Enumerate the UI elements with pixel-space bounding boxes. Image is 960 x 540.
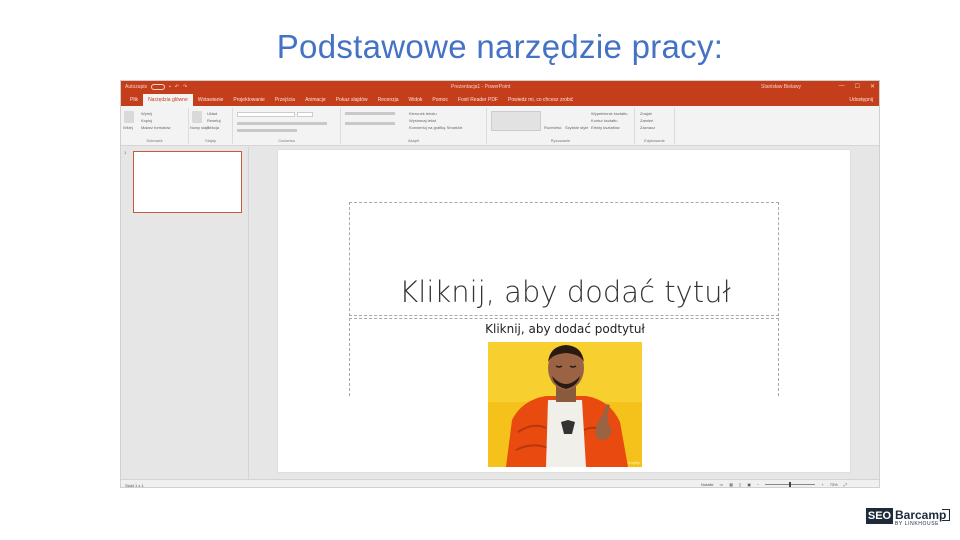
- slide-thumbnail-pane: 1: [121, 147, 249, 479]
- new-slide-icon[interactable]: [192, 111, 202, 123]
- meme-image[interactable]: imgflip: [488, 342, 642, 467]
- person-photo: [488, 342, 642, 467]
- powerpoint-window: Autozapis ▪ ↶ ↷ Prezentacja1 - PowerPoin…: [120, 80, 880, 488]
- group-label: Schowek: [146, 138, 163, 143]
- group-slides: Nowy slajd Układ Resetuj Sekcja Slajdy: [189, 108, 233, 144]
- title-placeholder-text: Kliknij, aby dodać tytuł: [399, 275, 731, 309]
- tab-foxit[interactable]: Foxit Reader PDF: [453, 94, 503, 106]
- reset-button[interactable]: Resetuj: [207, 118, 221, 123]
- slide-info: Slajd 1 z 1: [125, 483, 144, 488]
- undo-icon[interactable]: ↶: [175, 84, 179, 90]
- group-font: Czcionka: [233, 108, 341, 144]
- title-bar: Autozapis ▪ ↶ ↷ Prezentacja1 - PowerPoin…: [121, 81, 879, 94]
- logo-seo: SEO: [866, 508, 893, 524]
- font-size-select[interactable]: [297, 112, 313, 117]
- slide-thumbnail[interactable]: [133, 151, 242, 213]
- paste-icon[interactable]: [124, 111, 134, 123]
- quick-styles-button[interactable]: Szybkie style: [565, 125, 588, 130]
- copy-button[interactable]: Kopiuj: [141, 118, 152, 123]
- subtitle-placeholder-text: Kliknij, aby dodać podtytuł: [485, 322, 645, 336]
- work-area: 1 Kliknij, aby dodać tytuł Kliknij, aby …: [121, 147, 879, 479]
- seo-barcamp-logo: SEO Barcamp BY LINKHOUSE: [866, 508, 952, 528]
- group-clipboard: Wklej Wytnij Kopiuj Malarz formatów Scho…: [121, 108, 189, 144]
- window-controls: — ☐ ✕: [839, 83, 875, 90]
- group-drawing: Rozmieść Szybkie style Wypełnienie kszta…: [487, 108, 635, 144]
- user-name[interactable]: Stanisław Bielawy: [761, 84, 801, 90]
- logo-by-linkhouse: BY LINKHOUSE: [895, 521, 940, 527]
- align-buttons[interactable]: [345, 122, 395, 125]
- replace-button[interactable]: Zamień: [640, 118, 653, 123]
- save-icon[interactable]: ▪: [169, 84, 171, 90]
- find-button[interactable]: Znajdź: [640, 111, 652, 116]
- group-label: Rysowanie: [550, 138, 571, 143]
- ribbon: Wklej Wytnij Kopiuj Malarz formatów Scho…: [121, 106, 879, 146]
- normal-view-icon[interactable]: ▭: [719, 482, 723, 487]
- slide-canvas[interactable]: Kliknij, aby dodać tytuł Kliknij, aby do…: [278, 150, 850, 472]
- group-label: Czcionka: [278, 138, 295, 143]
- group-label: Edytowanie: [644, 138, 665, 143]
- list-buttons[interactable]: [345, 112, 395, 115]
- slideshow-view-icon[interactable]: ▣: [747, 482, 751, 487]
- fit-to-window-icon[interactable]: ⤢: [844, 482, 847, 487]
- zoom-slider-knob[interactable]: [789, 482, 792, 487]
- logo-barcamp: Barcamp: [895, 508, 947, 522]
- autosave-label: Autozapis: [125, 84, 147, 90]
- close-icon[interactable]: ✕: [870, 83, 875, 90]
- tab-transitions[interactable]: Przejścia: [270, 94, 300, 106]
- group-paragraph: Kierunek tekstu Wyrównaj tekst Konwertuj…: [341, 108, 487, 144]
- paste-button[interactable]: Wklej: [123, 125, 133, 130]
- layout-button[interactable]: Układ: [207, 111, 217, 116]
- quick-access-toolbar: Autozapis ▪ ↶ ↷: [125, 84, 187, 90]
- title-placeholder[interactable]: Kliknij, aby dodać tytuł: [349, 202, 779, 316]
- image-watermark: imgflip: [628, 460, 640, 465]
- shapes-gallery[interactable]: [491, 111, 541, 131]
- group-label: Akapit: [407, 138, 420, 143]
- sorter-view-icon[interactable]: ▦: [729, 482, 733, 487]
- arrange-button[interactable]: Rozmieść: [544, 125, 562, 130]
- document-title: Prezentacja1 - PowerPoint: [451, 84, 511, 90]
- reading-view-icon[interactable]: ▯: [739, 482, 741, 487]
- align-text-button[interactable]: Wyrównaj tekst: [409, 118, 436, 123]
- shape-outline-button[interactable]: Kontur kształtu: [591, 118, 617, 123]
- maximize-icon[interactable]: ☐: [855, 83, 860, 90]
- tab-design[interactable]: Projektowanie: [228, 94, 269, 106]
- tab-view[interactable]: Widok: [404, 94, 428, 106]
- tab-help[interactable]: Pomoc: [427, 94, 453, 106]
- cut-button[interactable]: Wytnij: [141, 111, 152, 116]
- font-format-buttons[interactable]: [237, 122, 327, 125]
- shape-effects-button[interactable]: Efekty kształtów: [591, 125, 620, 130]
- tab-file[interactable]: Plik: [125, 94, 143, 106]
- redo-icon[interactable]: ↷: [183, 84, 187, 90]
- font-name-select[interactable]: [237, 112, 295, 117]
- smartart-button[interactable]: Konwertuj na grafikę SmartArt: [409, 125, 462, 130]
- autosave-toggle[interactable]: [150, 84, 165, 90]
- status-bar: Slajd 1 z 1 Notatki ▭ ▦ ▯ ▣ − + 73% ⤢: [121, 479, 879, 488]
- slide-number: 1: [124, 150, 127, 155]
- zoom-level[interactable]: 73%: [830, 482, 838, 487]
- group-editing: Znajdź Zamień Zaznacz Edytowanie: [635, 108, 675, 144]
- page-title: Podstawowe narzędzie pracy:: [276, 28, 724, 65]
- tab-animations[interactable]: Animacje: [300, 94, 331, 106]
- group-label: Slajdy: [205, 138, 216, 143]
- zoom-in-icon[interactable]: +: [821, 482, 823, 487]
- tab-review[interactable]: Recenzja: [373, 94, 404, 106]
- minimize-icon[interactable]: —: [839, 83, 845, 90]
- tab-slideshow[interactable]: Pokaz slajdów: [331, 94, 373, 106]
- font-color-buttons[interactable]: [237, 129, 297, 132]
- notes-button[interactable]: Notatki: [701, 482, 713, 487]
- text-direction-button[interactable]: Kierunek tekstu: [409, 111, 437, 116]
- tell-me-search[interactable]: Powiedz mi, co chcesz zrobić: [503, 94, 578, 106]
- zoom-slider[interactable]: [765, 482, 816, 487]
- shape-fill-button[interactable]: Wypełnienie kształtu: [591, 111, 627, 116]
- ribbon-tabs: Plik Narzędzia główne Wstawianie Projekt…: [121, 94, 879, 106]
- zoom-out-icon[interactable]: −: [757, 482, 759, 487]
- section-button[interactable]: Sekcja: [207, 125, 219, 130]
- tab-insert[interactable]: Wstawianie: [193, 94, 229, 106]
- logo-bracket-icon: [942, 509, 950, 521]
- select-button[interactable]: Zaznacz: [640, 125, 655, 130]
- share-button[interactable]: Udostępnij: [849, 97, 873, 103]
- format-painter-button[interactable]: Malarz formatów: [141, 125, 171, 130]
- tab-home[interactable]: Narzędzia główne: [143, 94, 193, 106]
